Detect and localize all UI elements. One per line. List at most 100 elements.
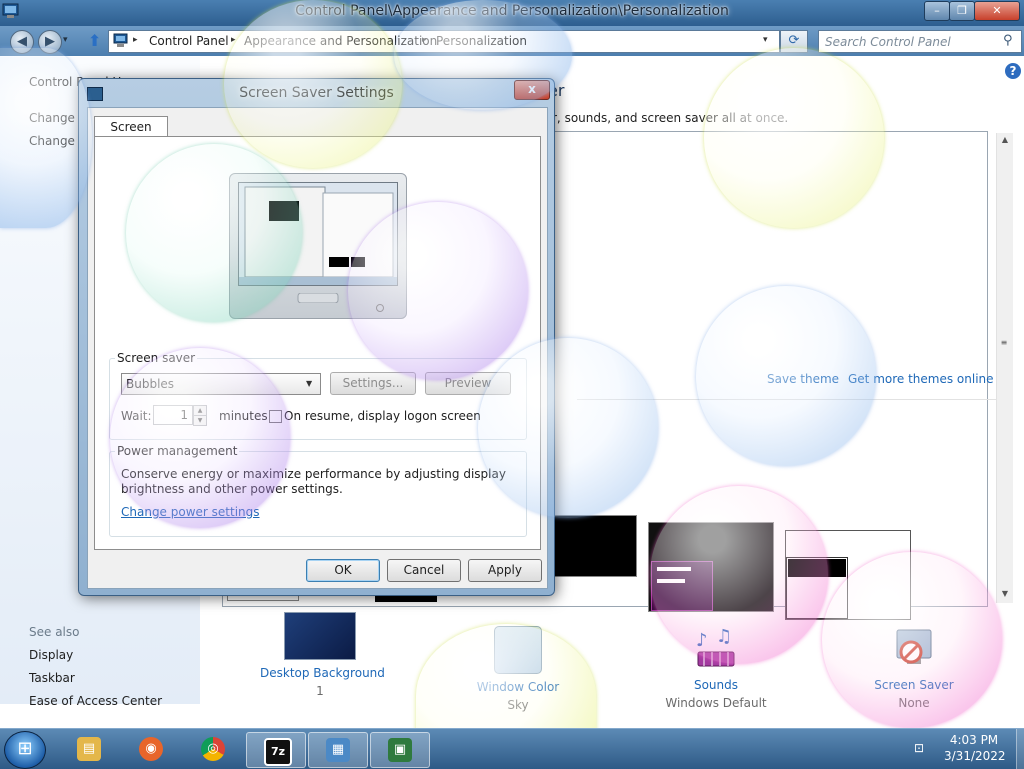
monitor-power-icon (376, 304, 384, 312)
desktop-background-item[interactable]: Desktop Background 1 (260, 612, 385, 698)
display-link[interactable]: Display (29, 648, 73, 662)
logon-screen-label[interactable]: On resume, display logon screen (284, 409, 481, 423)
windows-logo-icon: ⊞ (17, 738, 33, 759)
apply-button[interactable]: Apply (468, 559, 542, 582)
taskbar-chrome[interactable]: ◎ (184, 732, 242, 766)
chevron-down-icon[interactable]: ▾ (763, 35, 768, 45)
taskbar-firefox[interactable]: ◉ (122, 732, 180, 766)
chevron-right-icon[interactable]: ▸ (422, 35, 427, 45)
scroll-down-icon[interactable]: ▼ (997, 589, 1013, 598)
get-more-themes-link[interactable]: Get more themes online (848, 372, 994, 386)
desktop-background-label[interactable]: Desktop Background (260, 666, 385, 680)
back-button[interactable]: ◀ (10, 30, 34, 54)
window-color-value: Sky (507, 698, 529, 712)
start-button[interactable]: ⊞ (4, 731, 46, 769)
ease-of-access-link[interactable]: Ease of Access Center (29, 694, 162, 708)
help-icon[interactable]: ? (1005, 63, 1021, 79)
scroll-thumb[interactable]: ≡ (1000, 338, 1008, 347)
screen-saver-settings-dialog[interactable]: Screen Saver Settings x Screen Saver (78, 78, 555, 596)
theme-thumbnail-bar (788, 559, 846, 577)
window-color-label[interactable]: Window Color (458, 680, 578, 694)
dialog-title: Screen Saver Settings (239, 85, 394, 101)
refresh-button[interactable]: ⟳ (780, 30, 808, 53)
taskbar-7zip[interactable]: 7z (246, 732, 306, 768)
themes-scrollbar[interactable]: ▲ ≡ ▼ (996, 133, 1013, 603)
svg-text:♫: ♫ (716, 626, 732, 647)
wait-spinner[interactable]: ▲ ▼ (193, 405, 207, 426)
window-color-swatch (494, 626, 542, 674)
ok-button[interactable]: OK (306, 559, 380, 582)
show-desktop-button[interactable] (1016, 729, 1024, 769)
clock-date[interactable]: 3/31/2022 (944, 749, 1006, 763)
screen-saver-group-label: Screen saver (115, 351, 198, 365)
power-description-line2: brightness and other power settings. (121, 482, 343, 496)
cancel-button[interactable]: Cancel (387, 559, 461, 582)
tab-panel: Screen saver Bubbles ▼ Settings... Previ… (94, 136, 541, 550)
chevron-right-icon[interactable]: ▸ (133, 35, 138, 45)
settings-button[interactable]: Settings... (330, 372, 416, 395)
sounds-icon: ♪ ♫ (692, 626, 740, 672)
logon-screen-checkbox[interactable] (269, 410, 282, 423)
screen-saver-item[interactable]: Screen Saver None (854, 612, 974, 710)
breadcrumb-control-panel[interactable]: Control Panel (149, 34, 229, 48)
control-panel-icon (113, 33, 129, 48)
desktop-background-thumbnail (284, 612, 356, 660)
screen-saver-value: None (898, 696, 930, 710)
theme-thumbnail-contrast-white[interactable] (785, 530, 911, 620)
folder-icon: ▤ (77, 737, 101, 761)
search-input[interactable]: Search Control Panel (825, 35, 951, 49)
search-box[interactable]: Search Control Panel ⚲ (818, 30, 1022, 53)
window-color-item[interactable]: Window Color Sky (458, 612, 578, 712)
taskbar-link[interactable]: Taskbar (29, 671, 75, 685)
history-dropdown-icon[interactable]: ▾ (63, 35, 68, 45)
power-description-line1: Conserve energy or maximize performance … (121, 467, 506, 481)
sounds-item[interactable]: ♪ ♫ Sounds Windows Default (656, 612, 776, 710)
screen-saver-icon (891, 626, 937, 672)
preview-monitor (229, 173, 407, 319)
forward-button[interactable]: ▶ (38, 30, 62, 54)
theme-thumbnail-line (657, 579, 685, 583)
taskbar-control-panel[interactable]: ▦ (308, 732, 368, 768)
theme-thumbnail-dark[interactable] (648, 522, 774, 612)
taskbar-explorer[interactable]: ▤ (60, 732, 118, 766)
window-title: Control Panel\Appearance and Personaliza… (295, 3, 729, 19)
up-arrow-icon[interactable]: ⬆ (88, 31, 104, 51)
7zip-icon: 7z (264, 738, 292, 766)
see-also-heading: See also (29, 625, 80, 639)
scroll-up-icon[interactable]: ▲ (997, 135, 1013, 144)
change-power-settings-link[interactable]: Change power settings (121, 505, 260, 519)
breadcrumb-appearance[interactable]: Appearance and Personalization (244, 34, 437, 48)
wait-label: Wait: (121, 409, 152, 423)
wait-input[interactable]: 1 (153, 405, 193, 425)
window-titlebar[interactable]: Control Panel\Appearance and Personaliza… (0, 0, 1024, 26)
search-icon[interactable]: ⚲ (1003, 33, 1013, 48)
network-icon[interactable]: ⊡ (914, 741, 930, 755)
minimize-button[interactable]: – (924, 1, 950, 21)
preview-button[interactable]: Preview (425, 372, 511, 395)
clock-time[interactable]: 4:03 PM (944, 733, 1004, 747)
sounds-value: Windows Default (665, 696, 767, 710)
screen-saver-select[interactable]: Bubbles ▼ (121, 373, 321, 395)
maximize-button[interactable]: ❐ (949, 1, 975, 21)
spin-down-icon[interactable]: ▼ (193, 415, 207, 426)
breadcrumb-personalization[interactable]: Personalization (436, 34, 527, 48)
screen-saver-label[interactable]: Screen Saver (854, 678, 974, 692)
dialog-close-button[interactable]: x (514, 80, 550, 100)
screen-saver-group (109, 358, 527, 440)
screen-saver-selected: Bubbles (126, 377, 175, 391)
themes-divider (577, 399, 1007, 400)
navigation-bar: ◀ ▶ ▾ ⬆ ▸ Control Panel ▸ Appearance and… (0, 26, 1024, 56)
chrome-icon: ◎ (201, 737, 225, 761)
chevron-right-icon[interactable]: ▸ (231, 35, 236, 45)
minutes-label: minutes (219, 409, 268, 423)
firefox-icon: ◉ (139, 737, 163, 761)
chevron-down-icon[interactable]: ▼ (306, 379, 312, 388)
taskbar: ⊞ ▤ ◉ ◎ 7z ▦ ▣ ⊡ 4:03 PM 3/31/2022 (0, 728, 1024, 769)
address-bar[interactable]: ▸ Control Panel ▸ Appearance and Persona… (108, 30, 780, 53)
save-theme-link[interactable]: Save theme (767, 372, 839, 386)
sounds-label[interactable]: Sounds (656, 678, 776, 692)
taskbar-personalization[interactable]: ▣ (370, 732, 430, 768)
intro-text: r, sounds, and screen saver all at once. (552, 111, 789, 125)
tab-screen-saver[interactable]: Screen Saver (94, 116, 168, 154)
close-button[interactable]: ✕ (974, 1, 1020, 21)
